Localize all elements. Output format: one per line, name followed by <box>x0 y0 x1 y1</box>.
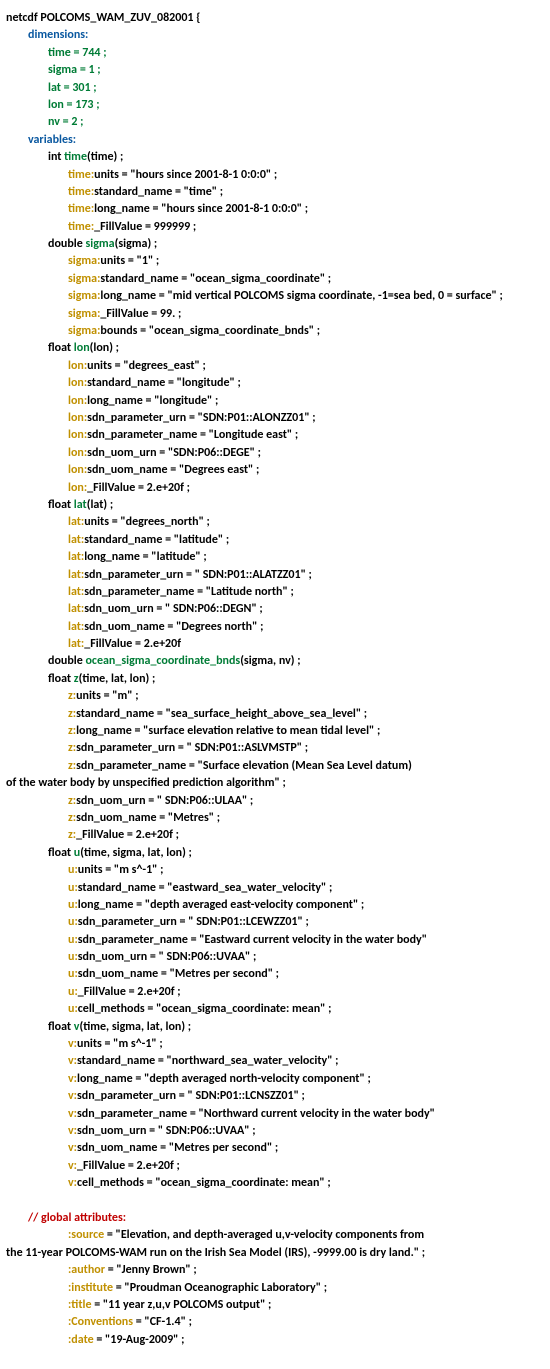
var-lat-attr: lat:sdn_parameter_name = "Latitude north… <box>6 584 544 601</box>
dim-lat: lat = 301 ; <box>48 81 97 95</box>
var-v-attr: v:sdn_uom_name = "Metres per second" ; <box>6 1140 544 1157</box>
var-u-attr: u:cell_methods = "ocean_sigma_coordinate… <box>6 1001 544 1018</box>
var-lat-attr: lat:sdn_uom_name = "Degrees north" ; <box>6 619 544 636</box>
var-v-attr: v:units = "m s^-1" ; <box>6 1036 544 1053</box>
var-z-attr: z:sdn_parameter_urn = " SDN:P01::ASLVMST… <box>6 740 544 757</box>
var-time-attr: time:_FillValue = 999999 ; <box>6 219 544 236</box>
dim-lon: lon = 173 ; <box>48 98 100 112</box>
var-v-attr: v:cell_methods = "ocean_sigma_coordinate… <box>6 1175 544 1192</box>
var-sigma-attr: sigma:long_name = "mid vertical POLCOMS … <box>6 288 544 305</box>
var-u-attr: u:standard_name = "eastward_sea_water_ve… <box>6 880 544 897</box>
var-lon-attr: lon:long_name = "longitude" ; <box>6 393 544 410</box>
global-date: :date = "19-Aug-2009" ; <box>6 1332 544 1349</box>
var-lat-attr: lat:_FillValue = 2.e+20f <box>6 636 544 653</box>
global-institute: :institute = "Proudman Oceanographic Lab… <box>6 1280 544 1297</box>
global-source: :source = "Elevation, and depth-averaged… <box>6 1227 544 1244</box>
var-u-attr: u:sdn_uom_urn = " SDN:P06::UVAA" ; <box>6 949 544 966</box>
var-lat-attr: lat:sdn_uom_urn = " SDN:P06::DEGN" ; <box>6 601 544 618</box>
var-sigma-attr: sigma:bounds = "ocean_sigma_coordinate_b… <box>6 323 544 340</box>
var-v-attr: v:sdn_parameter_urn = " SDN:P01::LCNSZZ0… <box>6 1088 544 1105</box>
var-z-decl: float z(time, lat, lon) ; <box>6 671 544 688</box>
global-title: :title = "11 year z,u,v POLCOMS output" … <box>6 1297 544 1314</box>
var-v-attr: v:sdn_uom_urn = " SDN:P06::UVAA" ; <box>6 1123 544 1140</box>
var-u-attr: u:long_name = "depth averaged east-veloc… <box>6 897 544 914</box>
var-z-attr: z:standard_name = "sea_surface_height_ab… <box>6 706 544 723</box>
var-lat-attr: lat:sdn_parameter_urn = " SDN:P01::ALATZ… <box>6 567 544 584</box>
var-lon-attr: lon:standard_name = "longitude" ; <box>6 375 544 392</box>
var-sigma-decl: double sigma(sigma) ; <box>6 236 544 253</box>
var-z-attr: z:long_name = "surface elevation relativ… <box>6 723 544 740</box>
var-lon-decl: float lon(lon) ; <box>6 340 544 357</box>
var-sigma-attr: sigma:standard_name = "ocean_sigma_coord… <box>6 271 544 288</box>
global-attributes-comment: // global attributes: <box>28 1211 126 1225</box>
var-u-attr: u:sdn_parameter_name = "Eastward current… <box>6 932 544 949</box>
var-u-attr: u:sdn_uom_name = "Metres per second" ; <box>6 966 544 983</box>
var-u-decl: float u(time, sigma, lat, lon) ; <box>6 845 544 862</box>
var-z-attr: z:units = "m" ; <box>6 688 544 705</box>
dim-sigma: sigma = 1 ; <box>48 63 101 77</box>
var-v-attr: v:_FillValue = 2.e+20f ; <box>6 1158 544 1175</box>
global-conventions: :Conventions = "CF-1.4" ; <box>6 1314 544 1331</box>
var-lon-attr: lon:sdn_uom_urn = "SDN:P06::DEGE" ; <box>6 445 544 462</box>
var-lon-attr: lon:sdn_uom_name = "Degrees east" ; <box>6 462 544 479</box>
dimensions-keyword: dimensions: <box>28 28 88 42</box>
var-time-attr: time:units = "hours since 2001-8-1 0:0:0… <box>6 167 544 184</box>
variables-keyword: variables: <box>28 133 76 147</box>
var-sigma-attr: sigma:units = "1" ; <box>6 253 544 270</box>
var-u-attr: u:units = "m s^-1" ; <box>6 862 544 879</box>
var-v-attr: v:sdn_parameter_name = "Northward curren… <box>6 1106 544 1123</box>
var-z-attr: z:_FillValue = 2.e+20f ; <box>6 827 544 844</box>
var-lat-attr: lat:standard_name = "latitude" ; <box>6 532 544 549</box>
var-z-attr: z:sdn_uom_name = "Metres" ; <box>6 810 544 827</box>
var-lon-attr: lon:_FillValue = 2.e+20f ; <box>6 480 544 497</box>
var-v-decl: float v(time, sigma, lat, lon) ; <box>6 1019 544 1036</box>
var-lat-attr: lat:units = "degrees_north" ; <box>6 514 544 531</box>
var-time-attr: time:long_name = "hours since 2001-8-1 0… <box>6 201 544 218</box>
var-z-attr: z:sdn_parameter_name = "Surface elevatio… <box>6 758 544 775</box>
var-lon-attr: lon:sdn_parameter_name = "Longitude east… <box>6 427 544 444</box>
var-u-attr: u:sdn_parameter_urn = " SDN:P01::LCEWZZ0… <box>6 914 544 931</box>
var-lat-decl: float lat(lat) ; <box>6 497 544 514</box>
var-z-attr: z:sdn_uom_urn = " SDN:P06::ULAA" ; <box>6 793 544 810</box>
netcdf-header: netcdf POLCOMS_WAM_ZUV_082001 { <box>6 10 544 27</box>
var-lon-attr: lon:units = "degrees_east" ; <box>6 358 544 375</box>
var-sigma-attr: sigma:_FillValue = 99. ; <box>6 306 544 323</box>
global-source-cont: the 11-year POLCOMS-WAM run on the Irish… <box>6 1245 544 1262</box>
global-author: :author = "Jenny Brown" ; <box>6 1262 544 1279</box>
var-u-attr: u:_FillValue = 2.e+20f ; <box>6 984 544 1001</box>
dim-time: time = 744 ; <box>48 46 107 60</box>
var-time-attr: time:standard_name = "time" ; <box>6 184 544 201</box>
var-z-attr-cont: of the water body by unspecified predict… <box>6 775 544 792</box>
var-v-attr: v:long_name = "depth averaged north-velo… <box>6 1071 544 1088</box>
var-lat-attr: lat:long_name = "latitude" ; <box>6 549 544 566</box>
dim-nv: nv = 2 ; <box>48 115 83 129</box>
var-lon-attr: lon:sdn_parameter_urn = "SDN:P01::ALONZZ… <box>6 410 544 427</box>
var-oscb-decl: double ocean_sigma_coordinate_bnds(sigma… <box>6 653 544 670</box>
var-time-decl: int time(time) ; <box>6 149 544 166</box>
var-v-attr: v:standard_name = "northward_sea_water_v… <box>6 1053 544 1070</box>
